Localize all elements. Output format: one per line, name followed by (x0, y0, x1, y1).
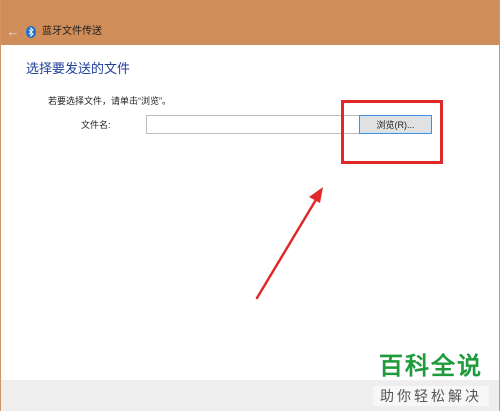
bluetooth-transfer-window: ← 蓝牙文件传送 选择要发送的文件 若要选择文件，请单击“浏览”。 文件名: 浏… (0, 0, 500, 411)
window-title: 蓝牙文件传送 (42, 26, 102, 37)
arrow-left-icon[interactable]: ← (5, 25, 21, 39)
watermark-sub-text: 助你轻松解决 (373, 386, 489, 406)
title-bar: ← 蓝牙文件传送 (1, 0, 499, 45)
instruction-text: 若要选择文件，请单击“浏览”。 (48, 96, 171, 106)
page-heading: 选择要发送的文件 (26, 61, 131, 76)
filename-input[interactable] (146, 115, 360, 134)
annotation-highlight-box (341, 100, 443, 164)
filename-label: 文件名: (81, 120, 111, 130)
bluetooth-icon (26, 26, 36, 38)
watermark-main-text: 百科全说 (379, 353, 483, 380)
watermark-logo: 百科全说 助你轻松解决 (369, 352, 493, 406)
